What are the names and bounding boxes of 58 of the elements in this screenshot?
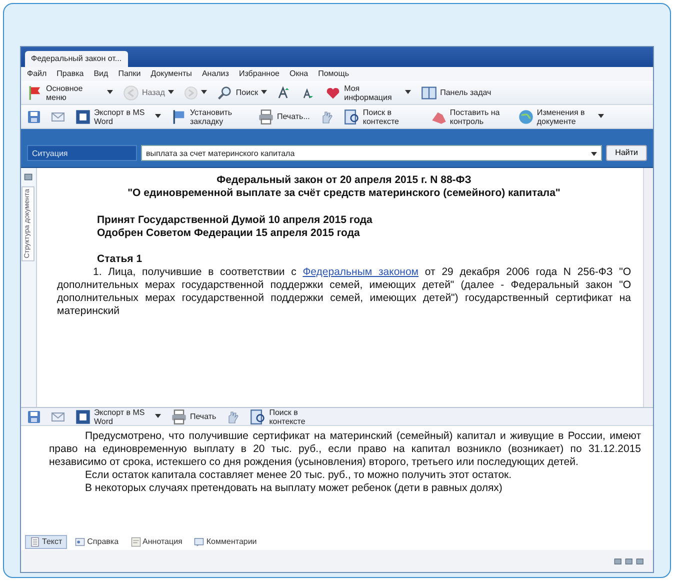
menu-item[interactable]: Избранное <box>238 68 280 80</box>
menu-item[interactable]: Папки <box>118 68 141 80</box>
toolbar-button[interactable]: Изменения в документе <box>516 108 606 126</box>
menu-item[interactable]: Файл <box>27 68 47 80</box>
printer-icon <box>171 408 187 424</box>
flag-icon <box>171 108 187 124</box>
annotation-paragraph: Если остаток капитала составляет менее 20 тыс. руб., то можно получить этот остаток. <box>84 469 513 482</box>
toolbar-button[interactable]: Основное меню <box>25 84 115 102</box>
comment-icon <box>194 537 204 547</box>
toolbar-button[interactable]: Поиск <box>214 84 270 100</box>
flag-icon <box>27 84 43 100</box>
toolbar-button[interactable]: Экспорт в MS Word <box>73 108 163 126</box>
toolbar-button[interactable]: Экспорт в MS Word <box>73 408 163 426</box>
bottom-tab[interactable]: Справка <box>71 536 123 548</box>
annotation-paragraph: Предусмотрено, что получившие сертификат на материнский (семейный) капитал и живущие в России, имеют право на единовременную выплату в 20 тыс. руб., если право на капитал возникло (возникает) по 31.12.2015 независимо от срока, истекшего со дня рождения (усыновления) второго, третьего или последующих детей. <box>49 430 641 469</box>
menu-item[interactable]: Документы <box>150 68 192 80</box>
document-icon <box>30 537 40 547</box>
scrollbar[interactable] <box>643 168 653 407</box>
note-icon <box>130 537 141 547</box>
menu-item[interactable]: Вид <box>94 68 108 80</box>
document-title: Федеральный закон от 20 апреля 2015 г. N 88-ФЗ <box>216 174 472 187</box>
bottom-tab[interactable]: Текст <box>25 535 68 549</box>
document-export-icon <box>75 108 91 124</box>
toolbar-button[interactable]: Панель задач <box>419 84 494 100</box>
search-field[interactable]: выплата за счет материнского капитала <box>141 145 602 161</box>
menu-item[interactable]: Окна <box>290 68 308 80</box>
adoption-note: Принят Государственной Думой 10 апреля 2015 года <box>96 214 374 227</box>
menu-item[interactable]: Анализ <box>202 68 229 80</box>
document-search-icon <box>250 408 266 424</box>
save-icon <box>27 110 41 124</box>
toolbar-button[interactable]: Печать... <box>256 108 312 124</box>
toolbar-button[interactable]: Поиск в контексте <box>248 408 330 426</box>
printer-icon <box>258 108 274 124</box>
toolbar-button[interactable]: Установить закладку <box>169 108 250 126</box>
document-search-icon <box>344 108 360 124</box>
adoption-note: Одобрен Советом Федерации 15 апреля 2015 года <box>96 227 361 240</box>
envelope-icon <box>51 110 65 124</box>
document-title: "О единовременной выплате за счёт средств материнского (семейного) капитала" <box>126 187 562 200</box>
window-tab[interactable]: Федеральный закон от... <box>25 51 128 67</box>
info-icon <box>75 537 86 547</box>
globe-icon <box>518 108 534 124</box>
menu-item[interactable]: Правка <box>56 68 84 80</box>
toolbar-button[interactable]: Моя информация <box>323 84 414 102</box>
law-link[interactable]: Федеральным законом <box>302 266 419 278</box>
find-button[interactable]: Найти <box>606 145 647 161</box>
document-export-icon <box>75 408 91 424</box>
bottom-tab[interactable]: Аннотация <box>126 536 186 548</box>
toolbar-button[interactable]: Поставить на контроль <box>428 108 510 126</box>
search-mode-dropdown[interactable]: Ситуация <box>27 145 137 161</box>
article-heading: Статья 1 <box>96 253 144 266</box>
bottom-tab[interactable]: Комментарии <box>190 536 261 548</box>
toolbar-button[interactable]: Печать <box>169 408 218 424</box>
annotation-paragraph: В некоторых случаях претендовать на выплату может ребенок (дети в равных долях) <box>84 482 504 495</box>
paragraph: 1. Лица, получившие в соответствии с Федеральным законом от 29 декабря 2006 года N 256-ФЗ "О дополнительных мерах государственной поддержки семей, имеющих детей" (далее - Федеральный закон "О дополнительных мерах государственной поддержки семей, имеющих детей") государственный сертификат на материнский <box>57 266 631 318</box>
menu-item[interactable]: Помощь <box>318 68 349 80</box>
font-size-icon <box>277 86 292 100</box>
toolbar-button[interactable]: Поиск в контексте <box>342 108 423 126</box>
search-icon <box>216 84 233 100</box>
